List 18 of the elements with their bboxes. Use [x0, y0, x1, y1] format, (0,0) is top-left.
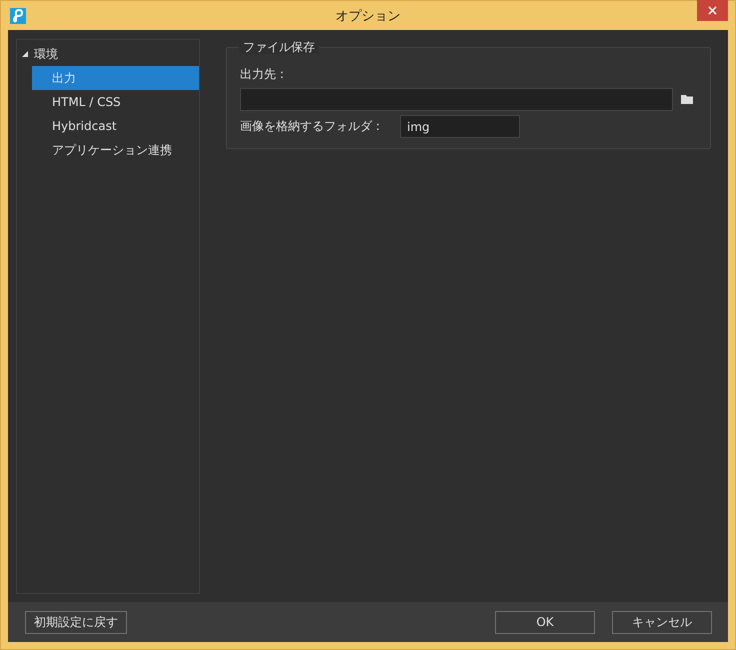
ok-button[interactable]: OK: [495, 610, 595, 634]
tree-item[interactable]: アプリケーション連携: [17, 138, 199, 162]
app-logo-icon: [10, 8, 26, 24]
tree-item[interactable]: 環境: [17, 42, 199, 66]
output-path-field[interactable]: [240, 88, 673, 111]
tree-item[interactable]: Hybridcast: [17, 114, 199, 138]
folder-icon[interactable]: [681, 95, 693, 104]
reset-button[interactable]: 初期設定に戻す: [25, 610, 127, 634]
tree-item[interactable]: HTML / CSS: [17, 90, 199, 114]
group-title: ファイル保存: [239, 40, 319, 54]
close-icon[interactable]: [708, 6, 717, 15]
field-label: 画像を格納するフォルダ :: [240, 118, 381, 135]
close-button[interactable]: [697, 0, 728, 21]
field-label: 出力先 :: [240, 66, 285, 83]
window-title: オプション: [336, 8, 400, 24]
folder-name-field[interactable]: img: [400, 115, 520, 138]
cancel-button[interactable]: キャンセル: [612, 610, 712, 634]
expand-triangle-icon[interactable]: [22, 51, 28, 57]
